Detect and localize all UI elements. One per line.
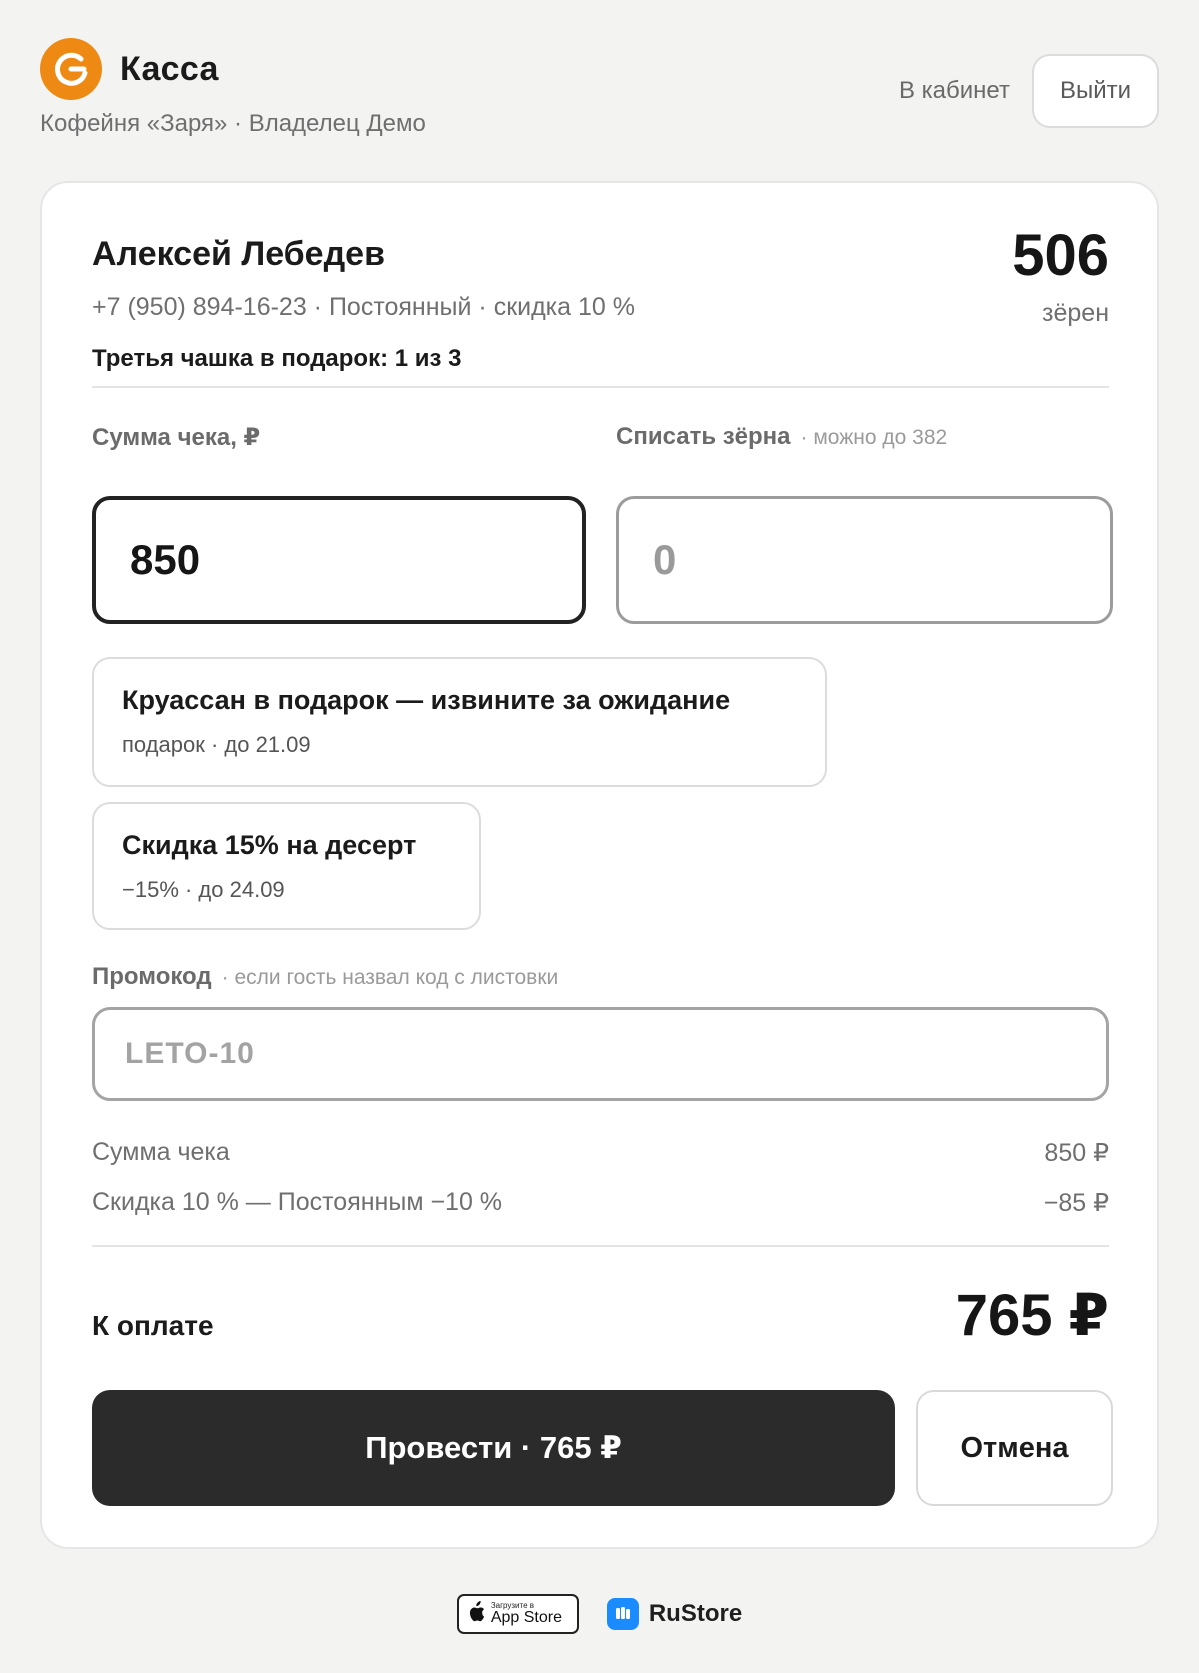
rustore-icon: [606, 1598, 639, 1630]
rustore-label: RuStore: [648, 1600, 743, 1627]
offer-title: Скидка 15% на десерт: [122, 830, 417, 860]
logo-icon: [40, 38, 102, 100]
offer-meta: −15% · до 24.09: [122, 877, 285, 902]
offer-title: Круассан в подарок — извините за ожидани…: [122, 685, 731, 715]
promo-label: Промокод · если гость назвал код с листов…: [92, 963, 558, 991]
total-value: 765 ₽: [955, 1283, 1109, 1348]
beans-field-label: Списать зёрна · можно до 382: [616, 423, 947, 451]
divider: [92, 1245, 1109, 1247]
app-store-label: App Store: [490, 1609, 562, 1626]
promo-label-text: Промокод: [92, 963, 212, 990]
header: Касса Кофейня «Заря» · Владелец Демо В к…: [40, 38, 1159, 138]
header-actions: В кабинет Выйти: [899, 54, 1159, 128]
rustore-badge[interactable]: RuStore: [606, 1598, 743, 1630]
sum-input[interactable]: [92, 496, 586, 624]
cancel-button[interactable]: Отмена: [916, 1390, 1113, 1506]
customer-name: Алексей Лебедев: [92, 235, 385, 273]
beans-field-hint: · можно до 382: [800, 426, 948, 449]
app-store-text: Загрузите в App Store: [491, 1602, 562, 1626]
promo-hint: · если гость назвал код с листовки: [221, 966, 559, 989]
summary-label: Скидка 10 % — Постоянным −10 %: [92, 1188, 503, 1216]
offer-meta: подарок · до 21.09: [122, 732, 311, 757]
summary-row: Сумма чека 850 ₽: [92, 1138, 1109, 1168]
sum-label-text: Сумма чека, ₽: [92, 424, 261, 451]
page-title: Касса: [120, 49, 219, 88]
summary-value: −85 ₽: [1043, 1189, 1109, 1217]
logout-button[interactable]: Выйти: [1031, 54, 1159, 128]
loyalty-progress: Третья чашка в подарок: 1 из 3: [92, 345, 462, 372]
submit-payment-button[interactable]: Провести · 765 ₽: [92, 1390, 895, 1506]
beans-balance: 506 зёрен: [1012, 227, 1109, 328]
app-store-badge[interactable]: Загрузите в App Store: [456, 1594, 579, 1634]
apple-icon: [467, 1600, 485, 1628]
beans-input[interactable]: [616, 496, 1113, 624]
checkout-card: Алексей Лебедев +7 (950) 894-16-23 · Пос…: [40, 181, 1159, 1549]
cabinet-link[interactable]: В кабинет: [899, 77, 1010, 105]
offer-card[interactable]: Круассан в подарок — извините за ожидани…: [92, 657, 827, 787]
promo-input[interactable]: [92, 1007, 1109, 1101]
customer-meta: +7 (950) 894-16-23 · Постоянный · скидка…: [92, 293, 636, 321]
beans-field-label-text: Списать зёрна: [616, 423, 791, 450]
offer-card[interactable]: Скидка 15% на десерт −15% · до 24.09: [92, 802, 481, 930]
total-label: К оплате: [92, 1310, 214, 1341]
beans-label: зёрен: [1042, 299, 1109, 327]
divider: [92, 386, 1109, 388]
summary-label: Сумма чека: [92, 1138, 230, 1166]
sum-label: Сумма чека, ₽: [92, 423, 260, 452]
summary-value: 850 ₽: [1044, 1139, 1109, 1167]
summary-row: Скидка 10 % — Постоянным −10 % −85 ₽: [92, 1188, 1109, 1218]
footer-badges: Загрузите в App Store RuStore: [0, 1594, 1199, 1634]
beans-count: 506: [1012, 223, 1109, 288]
